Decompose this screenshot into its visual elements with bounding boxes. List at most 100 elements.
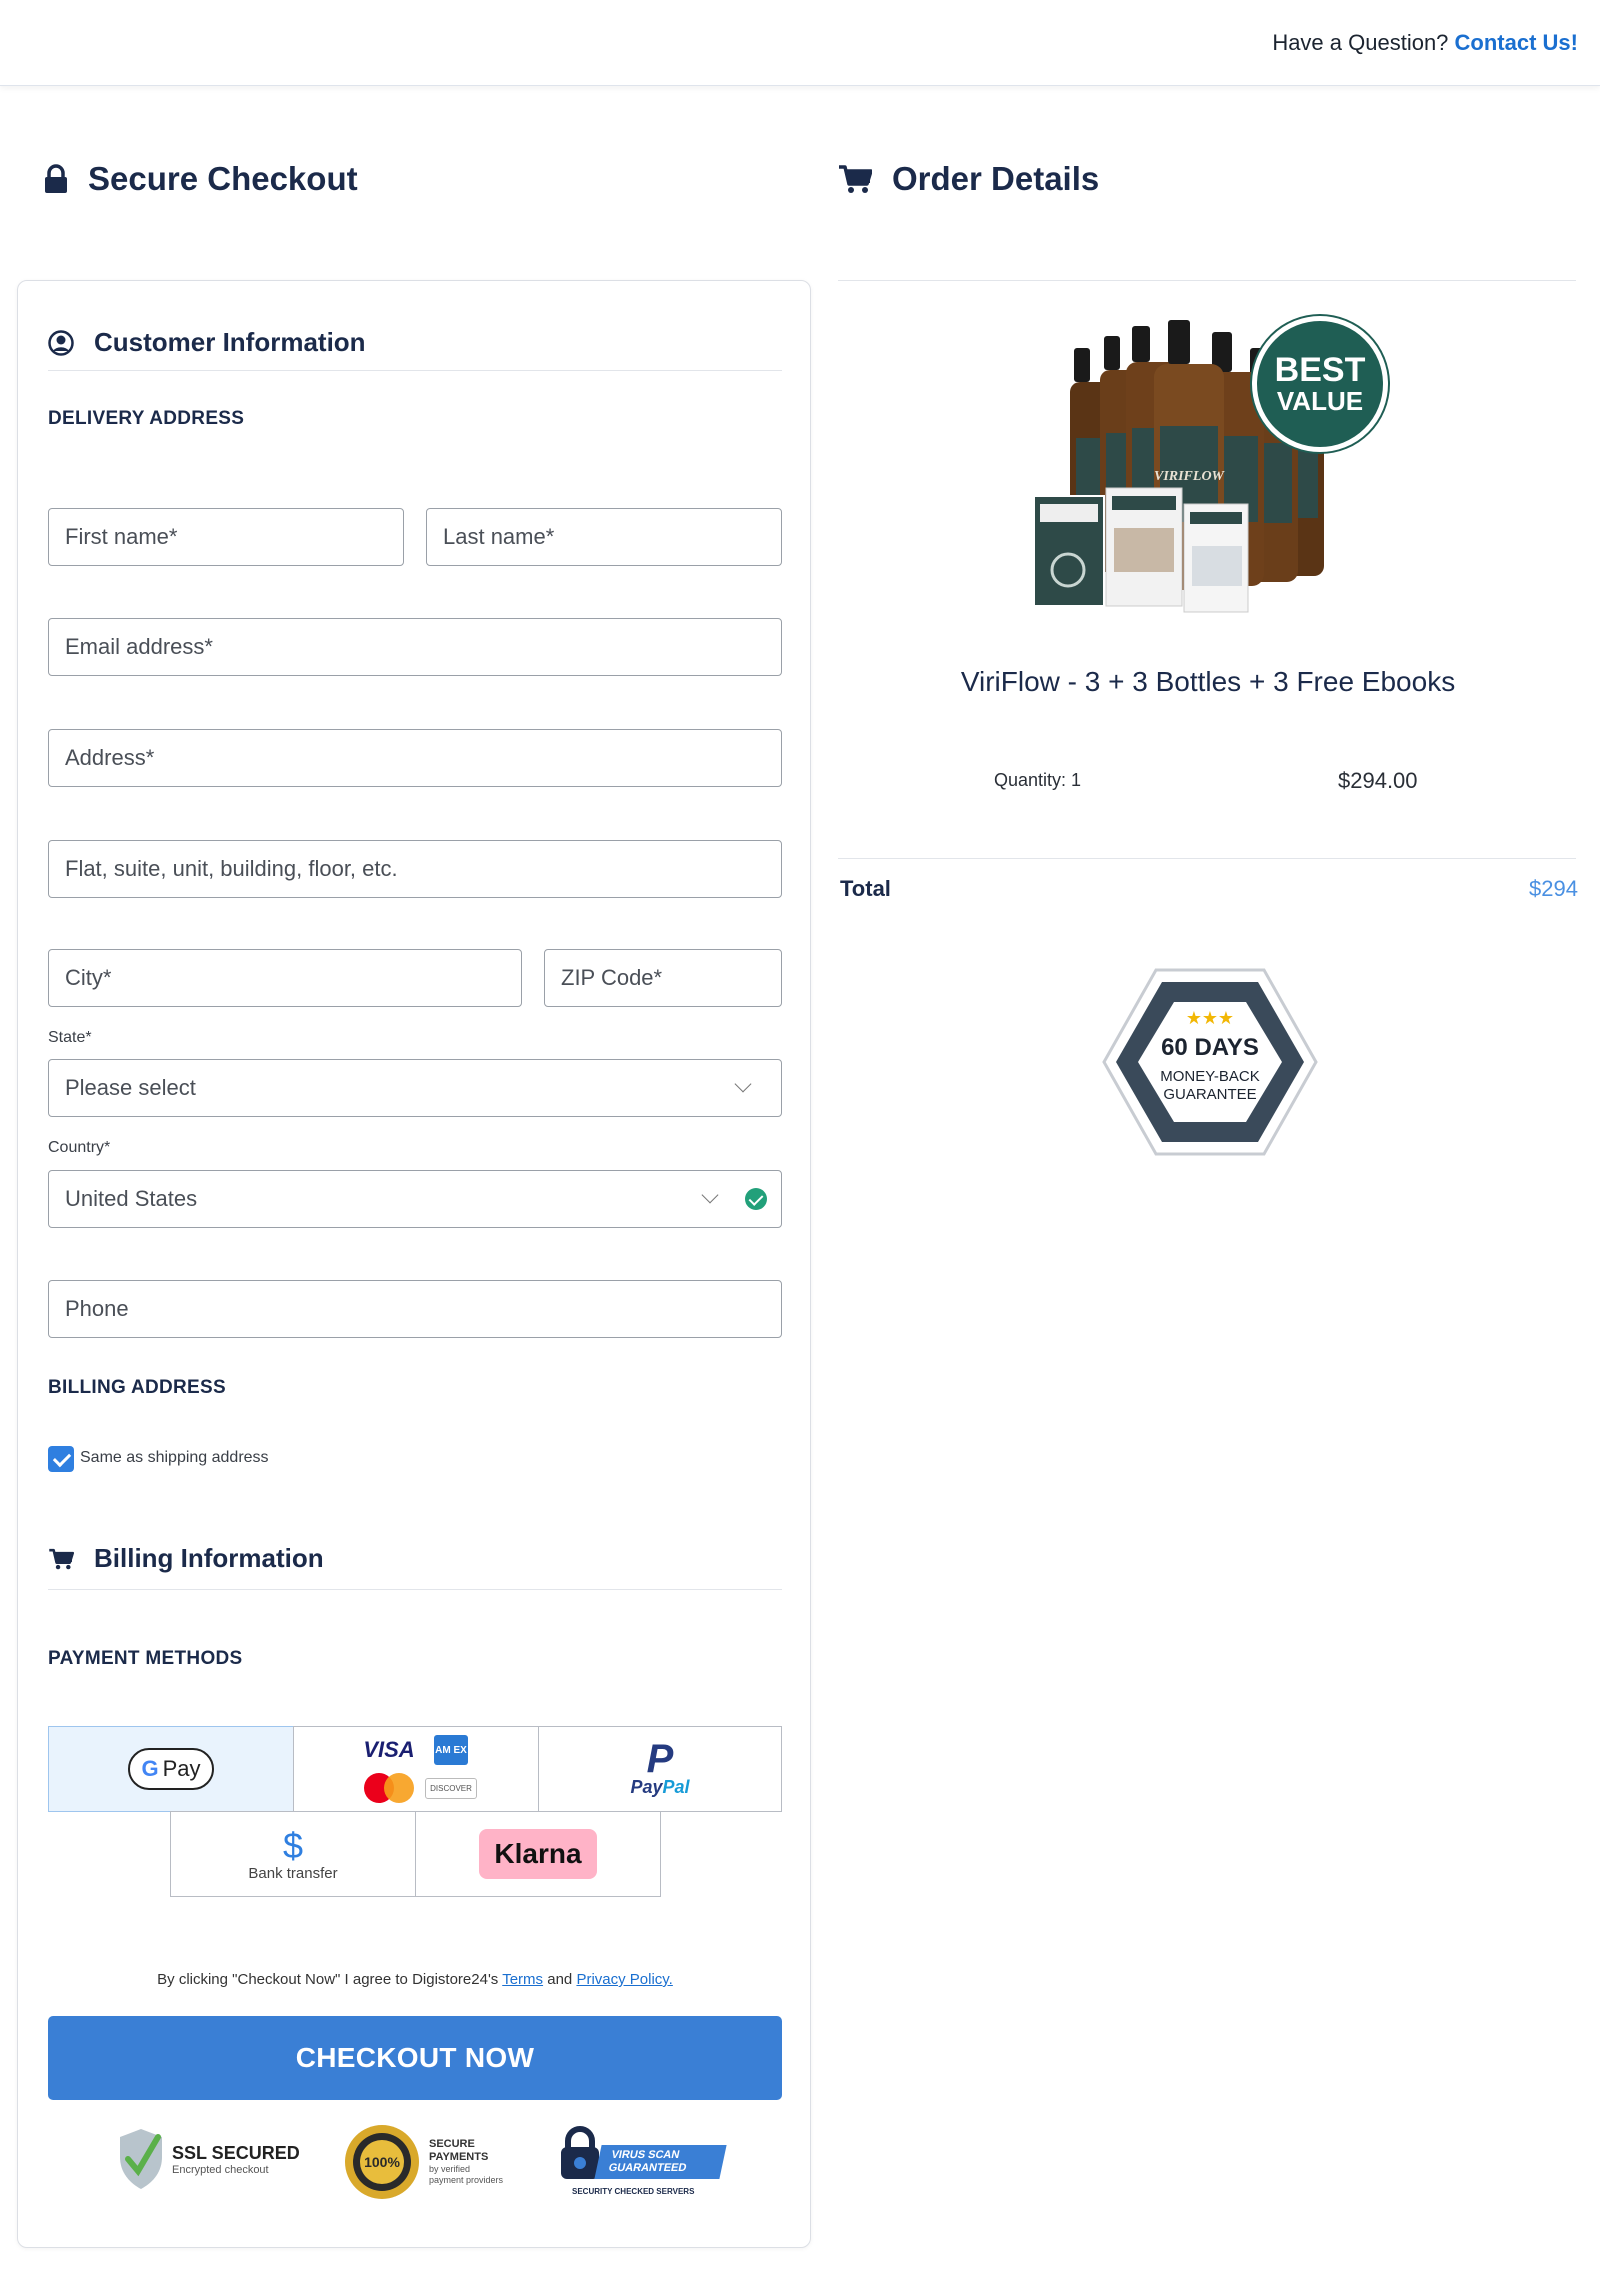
help-text: Have a Question? Contact Us! (1272, 30, 1578, 56)
country-value: United States (65, 1186, 198, 1211)
paypal-text-b: Pal (662, 1776, 690, 1797)
ebooks-group (1033, 487, 1249, 613)
secure-payments-line4: payment providers (429, 2175, 504, 2185)
checkout-now-button[interactable]: CHECKOUT NOW (48, 2016, 782, 2100)
paypal-icon: P (646, 1736, 674, 1781)
paypal-option[interactable]: P PayPal (538, 1726, 782, 1812)
terms-prefix: By clicking "Checkout Now" I agree to Di… (157, 1971, 499, 1988)
amex-logo: AM EX (434, 1735, 468, 1765)
svg-text:100%: 100% (364, 2154, 400, 2170)
guarantee-line1: MONEY-BACK (1160, 1068, 1260, 1085)
svg-text:★: ★ (1218, 1008, 1234, 1028)
total-value: $294 (1529, 876, 1578, 901)
country-select[interactable]: United States (48, 1170, 782, 1228)
svg-text:★: ★ (1202, 1008, 1218, 1028)
order-details-heading: Order Details (838, 160, 1099, 198)
card-logos: VISA AM EX DISCOVER (359, 1735, 477, 1803)
billing-info-title: Billing Information (94, 1543, 324, 1573)
zip-placeholder: ZIP Code* (561, 965, 663, 990)
secure-payments-badge: 100% SECURE PAYMENTS by verified payment… (343, 2123, 503, 2201)
paypal-logo: PayPal (630, 1777, 689, 1798)
cart-icon (49, 1548, 74, 1569)
zip-input[interactable]: ZIP Code* (544, 949, 782, 1007)
product-price: $294.00 (1338, 768, 1418, 793)
address-placeholder: Address* (65, 745, 155, 770)
city-placeholder: City* (65, 965, 112, 990)
virus-scan-line2: GUARANTEED (607, 2162, 688, 2174)
last-name-input[interactable]: Last name* (426, 508, 782, 566)
ssl-title: SSL SECURED (172, 2142, 300, 2163)
address-input[interactable]: Address* (48, 729, 782, 787)
phone-input[interactable]: Phone (48, 1280, 782, 1338)
secure-checkout-heading: Secure Checkout (44, 160, 358, 198)
divider (48, 370, 782, 371)
question-text: Have a Question? (1272, 30, 1449, 55)
customer-info-heading: Customer Information (48, 327, 366, 358)
dollar-icon: $ (282, 1824, 304, 1866)
address-line2-input[interactable]: Flat, suite, unit, building, floor, etc. (48, 840, 782, 898)
payment-methods-label: PAYMENT METHODS (48, 1648, 243, 1669)
country-label: Country* (48, 1139, 111, 1156)
svg-text:VIRIFLOW: VIRIFLOW (1154, 469, 1226, 484)
klarna-option[interactable]: Klarna (415, 1811, 661, 1897)
klarna-logo: Klarna (479, 1829, 597, 1879)
virus-scan-graphic: VIRUS SCAN GUARANTEED SECURITY CHECKED S… (558, 2125, 733, 2199)
billing-info-heading: Billing Information (48, 1543, 324, 1574)
virus-scan-line1: VIRUS SCAN (610, 2149, 681, 2161)
bank-transfer-option[interactable]: $ Bank transfer (170, 1811, 416, 1897)
privacy-policy-link[interactable]: Privacy Policy. (576, 1971, 672, 1988)
hexagon-badge-icon: ★ ★ ★ (1102, 968, 1318, 1156)
same-as-shipping-label: Same as shipping address (80, 1449, 269, 1466)
gpay-option[interactable]: G Pay (48, 1726, 294, 1812)
bank-transfer-label: Bank transfer (248, 1864, 338, 1882)
valid-check-icon (745, 1188, 767, 1210)
trust-badges: SSL SECURED Encrypted checkout 100% SECU… (48, 2123, 782, 2205)
discover-logo: DISCOVER (425, 1777, 477, 1799)
paypal-text-a: Pay (630, 1776, 663, 1797)
user-circle-icon (48, 329, 74, 356)
secure-payments-line1: SECURE (429, 2138, 475, 2150)
best-value-line2: VALUE (1276, 386, 1364, 416)
lock-icon (45, 164, 67, 193)
billing-address-label: BILLING ADDRESS (48, 1377, 226, 1398)
visa-logo: VISA (363, 1737, 415, 1762)
first-name-input[interactable]: First name* (48, 508, 404, 566)
secure-checkout-title: Secure Checkout (88, 160, 358, 197)
customer-info-title: Customer Information (94, 327, 366, 357)
gpay-label: Pay (162, 1756, 201, 1781)
address-line2-placeholder: Flat, suite, unit, building, floor, etc. (65, 856, 398, 881)
credit-card-option[interactable]: VISA AM EX DISCOVER (293, 1726, 539, 1812)
top-bar: Have a Question? Contact Us! (0, 0, 1600, 86)
contact-us-link[interactable]: Contact Us! (1455, 30, 1578, 55)
best-value-badge: BEST VALUE (1252, 316, 1388, 452)
cart-icon (839, 165, 872, 193)
svg-text:★: ★ (1186, 1008, 1202, 1028)
virus-scan-badge: VIRUS SCAN GUARANTEED SECURITY CHECKED S… (558, 2125, 733, 2199)
chevron-down-icon (734, 1075, 752, 1093)
chevron-down-icon (701, 1186, 719, 1204)
best-value-line1: BEST (1274, 351, 1366, 389)
mastercard-logo (364, 1773, 414, 1803)
divider (838, 280, 1576, 281)
google-g-icon: G (141, 1756, 159, 1781)
state-value: Please select (65, 1075, 196, 1100)
secure-payments-line2: PAYMENTS (429, 2151, 489, 2163)
total-label: Total (840, 876, 891, 901)
terms-link[interactable]: Terms (502, 1971, 543, 1988)
same-as-shipping-checkbox[interactable] (48, 1446, 74, 1472)
gold-seal-icon: 100% (345, 2125, 419, 2199)
state-select[interactable]: Please select (48, 1059, 782, 1117)
guarantee-line2: GUARANTEE (1163, 1086, 1257, 1103)
first-name-placeholder: First name* (65, 524, 178, 549)
money-back-guarantee-badge: ★ ★ ★ 60 DAYS MONEY-BACK GUARANTEE (1100, 966, 1320, 1158)
last-name-placeholder: Last name* (443, 524, 555, 549)
city-input[interactable]: City* (48, 949, 522, 1007)
delivery-address-label: DELIVERY ADDRESS (48, 408, 245, 429)
email-input[interactable]: Email address* (48, 618, 782, 676)
email-placeholder: Email address* (65, 634, 213, 659)
shield-check-icon (120, 2129, 162, 2189)
virus-scan-sub: SECURITY CHECKED SERVERS (572, 2187, 695, 2196)
terms-and: and (547, 1971, 573, 1988)
divider (48, 1589, 782, 1590)
terms-text: By clicking "Checkout Now" I agree to Di… (48, 1971, 782, 1988)
